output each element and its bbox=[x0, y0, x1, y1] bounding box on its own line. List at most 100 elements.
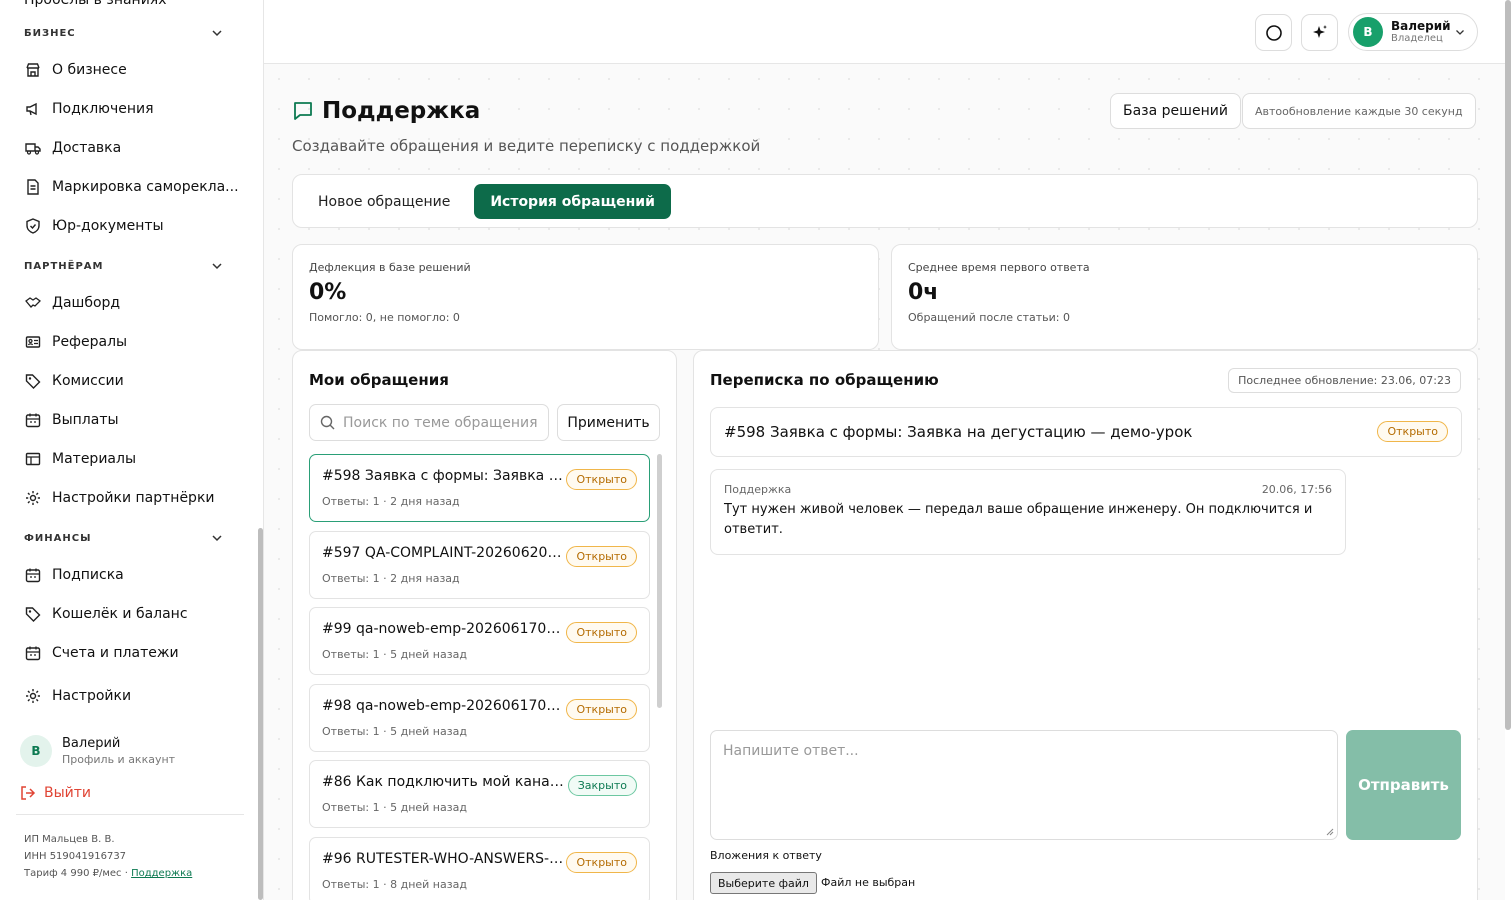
panel-title: Мои обращения bbox=[309, 371, 449, 389]
document-icon bbox=[24, 178, 42, 196]
reply-placeholder: Напишите ответ... bbox=[723, 743, 859, 759]
conversation-panel: Переписка по обращению Последнее обновле… bbox=[693, 350, 1478, 900]
page-subtitle: Создавайте обращения и ведите переписку … bbox=[292, 137, 761, 155]
divider bbox=[16, 814, 244, 815]
calendar-icon bbox=[24, 566, 42, 584]
logout-button[interactable]: Выйти bbox=[20, 785, 91, 801]
user-menu[interactable]: В Валерий Владелец bbox=[1348, 13, 1478, 51]
sidebar-item-settings[interactable]: Настройки bbox=[0, 676, 255, 715]
ticket-list: #598 Заявка с формы: Заявка на дегустаци… bbox=[309, 454, 650, 900]
sidebar-item-label: Комиссии bbox=[52, 372, 124, 389]
stat-value: 0% bbox=[309, 280, 347, 305]
tab-new-ticket[interactable]: Новое обращение bbox=[302, 184, 466, 219]
sidebar-section-finance[interactable]: ФИНАНСЫ bbox=[0, 521, 255, 555]
chat-bubble-icon bbox=[294, 102, 312, 120]
sidebar-item-label: Юр-документы bbox=[52, 217, 164, 234]
sidebar-item-label: Рефералы bbox=[52, 333, 128, 350]
chevron-down-icon bbox=[212, 30, 222, 37]
tabs: Новое обращение История обращений bbox=[292, 174, 1478, 228]
sidebar-item-delivery[interactable]: Доставка bbox=[0, 128, 255, 167]
profile-name: Валерий bbox=[62, 736, 121, 751]
ticket-item[interactable]: #99 qa-noweb-emp-20260617045512 Ответы: … bbox=[309, 607, 650, 675]
stat-subtext: Обращений после статьи: 0 bbox=[908, 311, 1070, 324]
status-badge: Открыто bbox=[566, 698, 637, 720]
main-content: Поддержка Создавайте обращения и ведите … bbox=[264, 64, 1505, 900]
sidebar-nav: Пробелы в знаниях БИЗНЕС О бизнесе Подкл… bbox=[0, 0, 255, 715]
circle-icon bbox=[1265, 24, 1282, 41]
ticket-title: #99 qa-noweb-emp-20260617045512 bbox=[322, 621, 568, 637]
ticket-meta: Ответы: 1 · 2 дня назад bbox=[322, 495, 460, 508]
sidebar-item-subscription[interactable]: Подписка bbox=[0, 555, 255, 594]
apply-button[interactable]: Применить bbox=[557, 404, 660, 441]
ticket-title: #96 RUTESTER-WHO-ANSWERS-2026 bbox=[322, 850, 568, 867]
message-bubble: Поддержка 20.06, 17:56 Тут нужен живой ч… bbox=[710, 469, 1346, 555]
sidebar-item-about-business[interactable]: О бизнесе bbox=[0, 50, 255, 89]
ticket-item[interactable]: #96 RUTESTER-WHO-ANSWERS-2026 Ответы: 1 … bbox=[309, 836, 650, 900]
ticket-meta: Ответы: 1 · 8 дней назад bbox=[322, 877, 467, 891]
sidebar-item-label: Настройки партнёрки bbox=[52, 489, 215, 506]
support-link[interactable]: Поддержка bbox=[131, 868, 192, 879]
stat-subtext: Помогло: 0, не помогло: 0 bbox=[309, 311, 460, 324]
ticket-item[interactable]: #86 Как подключить мой канал Telegram От… bbox=[309, 760, 650, 828]
footer-company: ИП Мальцев В. В. bbox=[24, 834, 115, 845]
sidebar-scrollbar[interactable] bbox=[258, 528, 263, 900]
sidebar-item-knowledge-gaps[interactable]: Пробелы в знаниях bbox=[0, 0, 255, 8]
message-author: Поддержка bbox=[724, 483, 792, 496]
ticket-item[interactable]: #598 Заявка с формы: Заявка на дегустаци… bbox=[309, 454, 650, 522]
sidebar-item-dashboard[interactable]: Дашборд bbox=[0, 283, 255, 322]
sidebar-item-label: Пробелы в знаниях bbox=[24, 0, 167, 8]
sidebar-item-referrals[interactable]: Рефералы bbox=[0, 322, 255, 361]
choose-file-button[interactable]: Выберите файл bbox=[710, 872, 817, 894]
gear-icon bbox=[24, 687, 42, 705]
page-scrollbar[interactable] bbox=[1505, 0, 1511, 730]
ticket-search-input[interactable]: Поиск по теме обращения bbox=[309, 404, 549, 441]
ticket-title: #86 Как подключить мой канал Telegram bbox=[322, 774, 568, 790]
sidebar-item-wallet[interactable]: Кошелёк и баланс bbox=[0, 594, 255, 633]
ticket-list-scrollbar[interactable] bbox=[657, 454, 662, 708]
sidebar-profile[interactable]: В Валерий Профиль и аккаунт bbox=[20, 735, 175, 767]
tag-icon bbox=[24, 605, 42, 623]
tag-icon bbox=[24, 372, 42, 390]
sidebar-item-payouts[interactable]: Выплаты bbox=[0, 400, 255, 439]
sidebar-item-label: Настройки bbox=[52, 687, 132, 704]
footer-tariff-line: Тариф 4 990 ₽/мес · Поддержка bbox=[24, 865, 192, 882]
sidebar-item-partner-settings[interactable]: Настройки партнёрки bbox=[0, 478, 255, 517]
attachments-label: Вложения к ответу bbox=[710, 849, 822, 862]
send-button[interactable]: Отправить bbox=[1346, 730, 1461, 840]
panel-title: Переписка по обращению bbox=[710, 371, 939, 389]
ticket-item[interactable]: #98 qa-noweb-emp-20260617045301 Ответы: … bbox=[309, 683, 650, 752]
sidebar-section-business[interactable]: БИЗНЕС bbox=[0, 16, 255, 50]
tab-ticket-history[interactable]: История обращений bbox=[474, 184, 671, 219]
logout-icon bbox=[21, 786, 36, 800]
chevron-down-icon bbox=[212, 535, 222, 542]
status-badge: Закрыто bbox=[567, 775, 637, 796]
ticket-item[interactable]: #597 QA-COMPLAINT-20260620075312 Ответы:… bbox=[309, 530, 650, 599]
auto-refresh-badge: Автообновление каждые 30 секунд bbox=[1242, 93, 1476, 129]
ticket-title: #597 QA-COMPLAINT-20260620075312 bbox=[322, 544, 568, 561]
sidebar-item-connections[interactable]: Подключения bbox=[0, 89, 255, 128]
knowledge-base-button[interactable]: База решений bbox=[1110, 93, 1241, 129]
ticket-title: #598 Заявка с формы: Заявка на дегустаци… bbox=[322, 468, 568, 484]
profile-subtitle: Профиль и аккаунт bbox=[62, 753, 176, 766]
sidebar-section-partners[interactable]: ПАРТНЁРАМ bbox=[0, 249, 255, 283]
reply-textarea[interactable]: Напишите ответ... bbox=[710, 730, 1338, 840]
sidebar-item-invoices[interactable]: Счета и платежи bbox=[0, 633, 255, 672]
sidebar-item-label: Доставка bbox=[52, 139, 122, 156]
truck-icon bbox=[24, 139, 42, 157]
last-update-badge: Последнее обновление: 23.06, 07:23 bbox=[1228, 368, 1461, 393]
sidebar-item-ad-marking[interactable]: Маркировка самореклa... bbox=[0, 167, 255, 206]
sidebar-item-commissions[interactable]: Комиссии bbox=[0, 361, 255, 400]
search-placeholder: Поиск по теме обращения bbox=[343, 414, 538, 431]
ai-assistant-button[interactable] bbox=[1301, 14, 1338, 51]
theme-toggle-button[interactable] bbox=[1255, 14, 1292, 51]
ticket-meta: Ответы: 1 · 5 дней назад bbox=[322, 724, 467, 738]
user-name: Валерий bbox=[1391, 19, 1451, 33]
sidebar-footer: ИП Мальцев В. В. ИНН 519041916737 Тариф … bbox=[24, 831, 192, 882]
sidebar-item-label: Дашборд bbox=[52, 294, 121, 311]
resize-handle-icon[interactable] bbox=[1326, 828, 1334, 836]
megaphone-icon bbox=[24, 100, 42, 118]
sidebar-item-legal-docs[interactable]: Юр-документы bbox=[0, 206, 255, 245]
sidebar-item-materials[interactable]: Материалы bbox=[0, 439, 255, 478]
stat-value: 0ч bbox=[908, 280, 939, 305]
section-title: ПАРТНЁРАМ bbox=[24, 260, 104, 272]
